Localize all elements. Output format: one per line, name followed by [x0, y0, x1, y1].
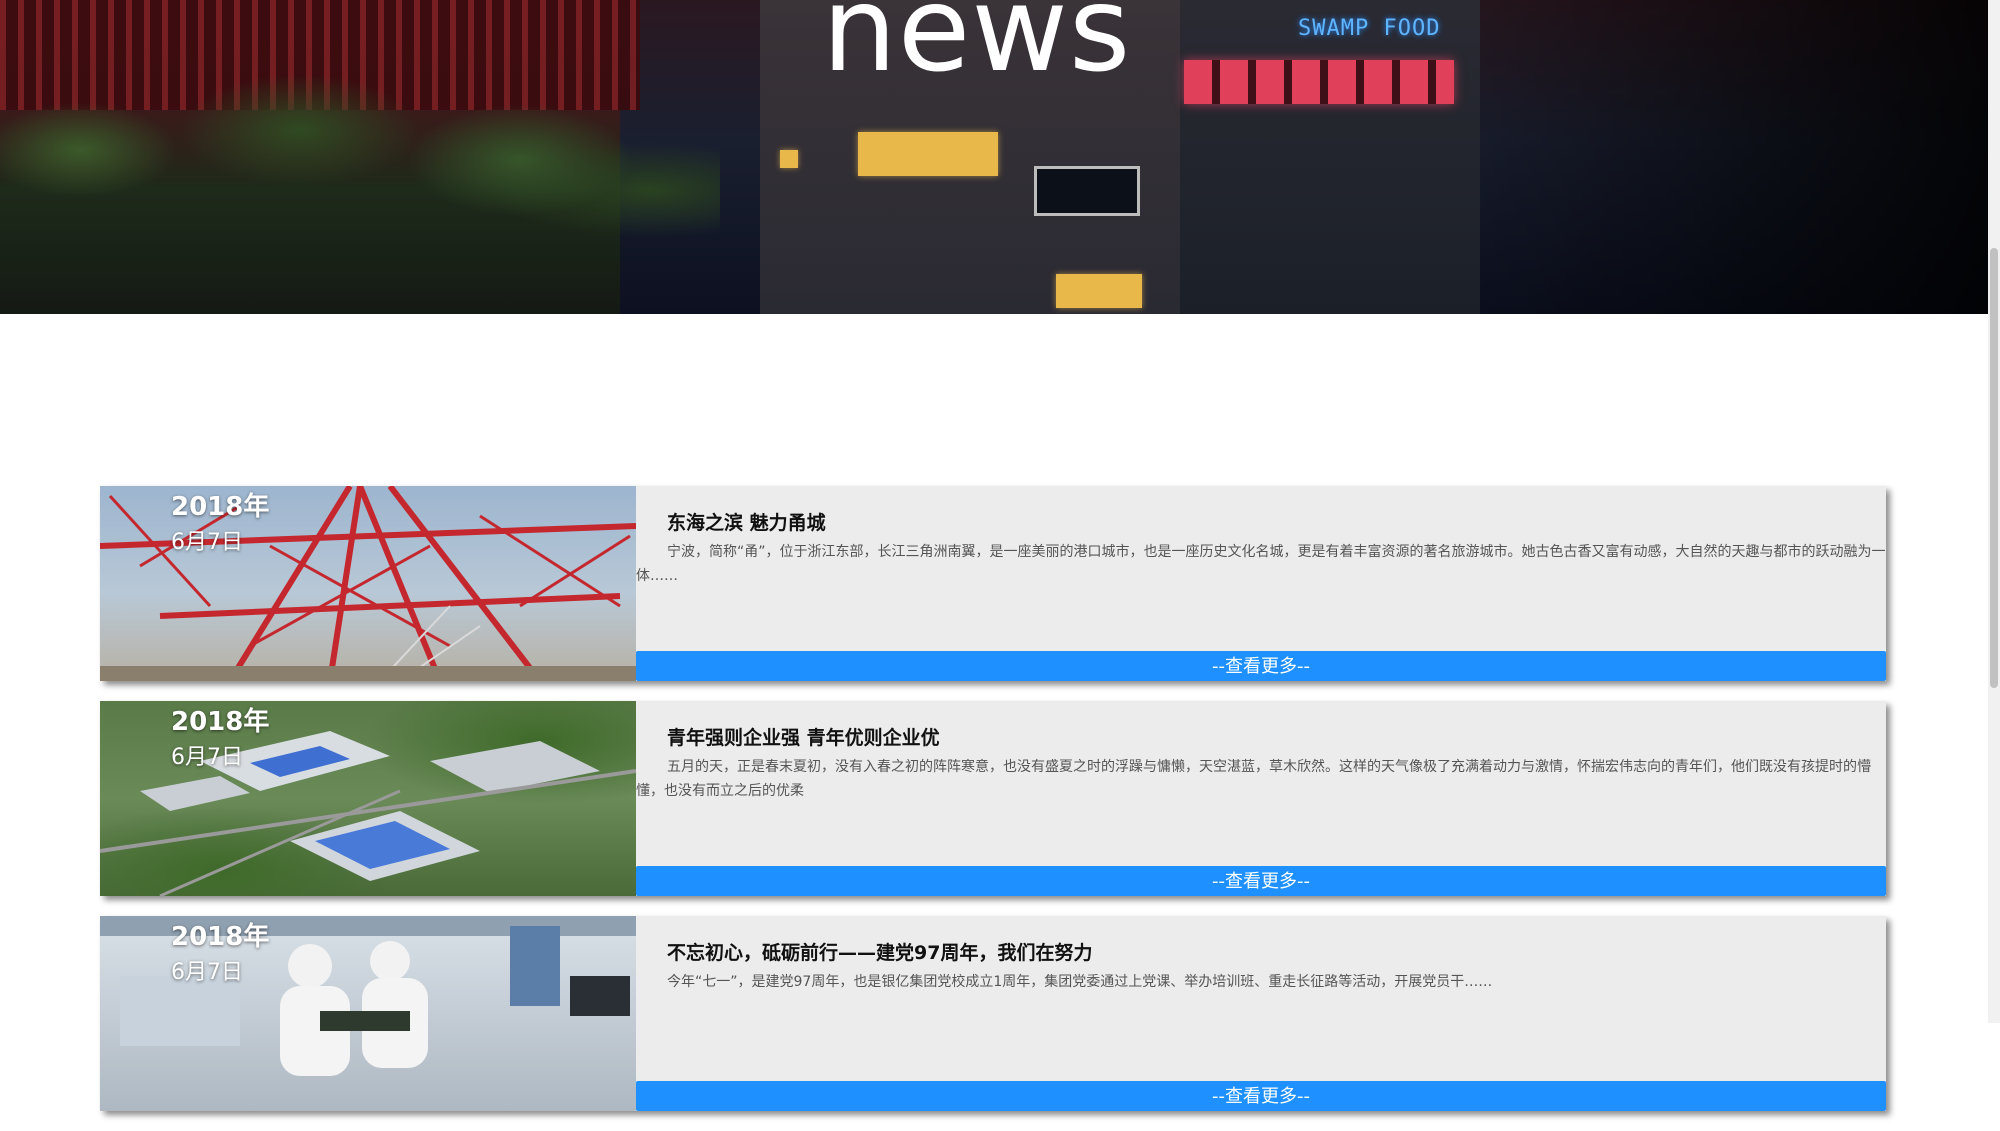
news-item: 2018年 6月7日 东海之滨 魅力甬城 宁波，简称“甬”，位于浙江东部，长江三…	[100, 486, 1886, 681]
hero-screen	[1034, 166, 1140, 216]
news-thumbnail[interactable]: 2018年 6月7日	[100, 916, 636, 1111]
news-item: 2018年 6月7日 青年强则企业强 青年优则企业优 五月的天，正是春末夏初，没…	[100, 701, 1886, 896]
hero-neon-sign: SWAMP FOOD	[1298, 16, 1441, 41]
news-list: 2018年 6月7日 东海之滨 魅力甬城 宁波，简称“甬”，位于浙江东部，长江三…	[100, 486, 1886, 1131]
page-scrollbar[interactable]	[1988, 0, 2000, 1023]
hero-right-building	[1180, 0, 1480, 314]
view-more-button[interactable]: --查看更多--	[636, 1081, 1886, 1111]
news-date-day: 6月7日	[171, 530, 243, 555]
hero-window-lit	[1056, 274, 1142, 308]
view-more-button[interactable]: --查看更多--	[636, 651, 1886, 681]
news-date-year: 2018年	[171, 707, 270, 737]
news-summary: 宁波，简称“甬”，位于浙江东部，长江三角洲南翼，是一座美丽的港口城市，也是一座历…	[636, 544, 1886, 584]
news-title[interactable]: 东海之滨 魅力甬城	[667, 508, 826, 538]
view-more-button[interactable]: --查看更多--	[636, 866, 1886, 896]
news-summary: 五月的天，正是春末夏初，没有入春之初的阵阵寒意，也没有盛夏之时的浮躁与慵懒，天空…	[636, 759, 1871, 799]
hero-window-lit	[780, 150, 798, 168]
news-thumbnail[interactable]: 2018年 6月7日	[100, 701, 636, 896]
scrollbar-thumb[interactable]	[1990, 248, 1998, 688]
news-title[interactable]: 青年强则企业强 青年优则企业优	[667, 723, 940, 753]
news-item: 2018年 6月7日 不忘初心，砥砺前行——建党97周年，我们在努力 今年“七一…	[100, 916, 1886, 1111]
hero-window-lit	[858, 132, 998, 176]
news-thumbnail[interactable]: 2018年 6月7日	[100, 486, 636, 681]
news-title[interactable]: 不忘初心，砥砺前行——建党97周年，我们在努力	[667, 938, 1092, 968]
page-title: news	[822, 0, 1132, 98]
hero-banner: SWAMP FOOD news	[0, 0, 1988, 314]
hero-foliage	[0, 70, 720, 240]
hero-neon-awning	[1184, 60, 1454, 104]
news-date-day: 6月7日	[171, 960, 243, 985]
news-date-year: 2018年	[171, 922, 270, 952]
news-date-day: 6月7日	[171, 745, 243, 770]
news-date-year: 2018年	[171, 492, 270, 522]
news-summary: 今年“七一”，是建党97周年，也是银亿集团党校成立1周年，集团党委通过上党课、举…	[667, 974, 1493, 990]
